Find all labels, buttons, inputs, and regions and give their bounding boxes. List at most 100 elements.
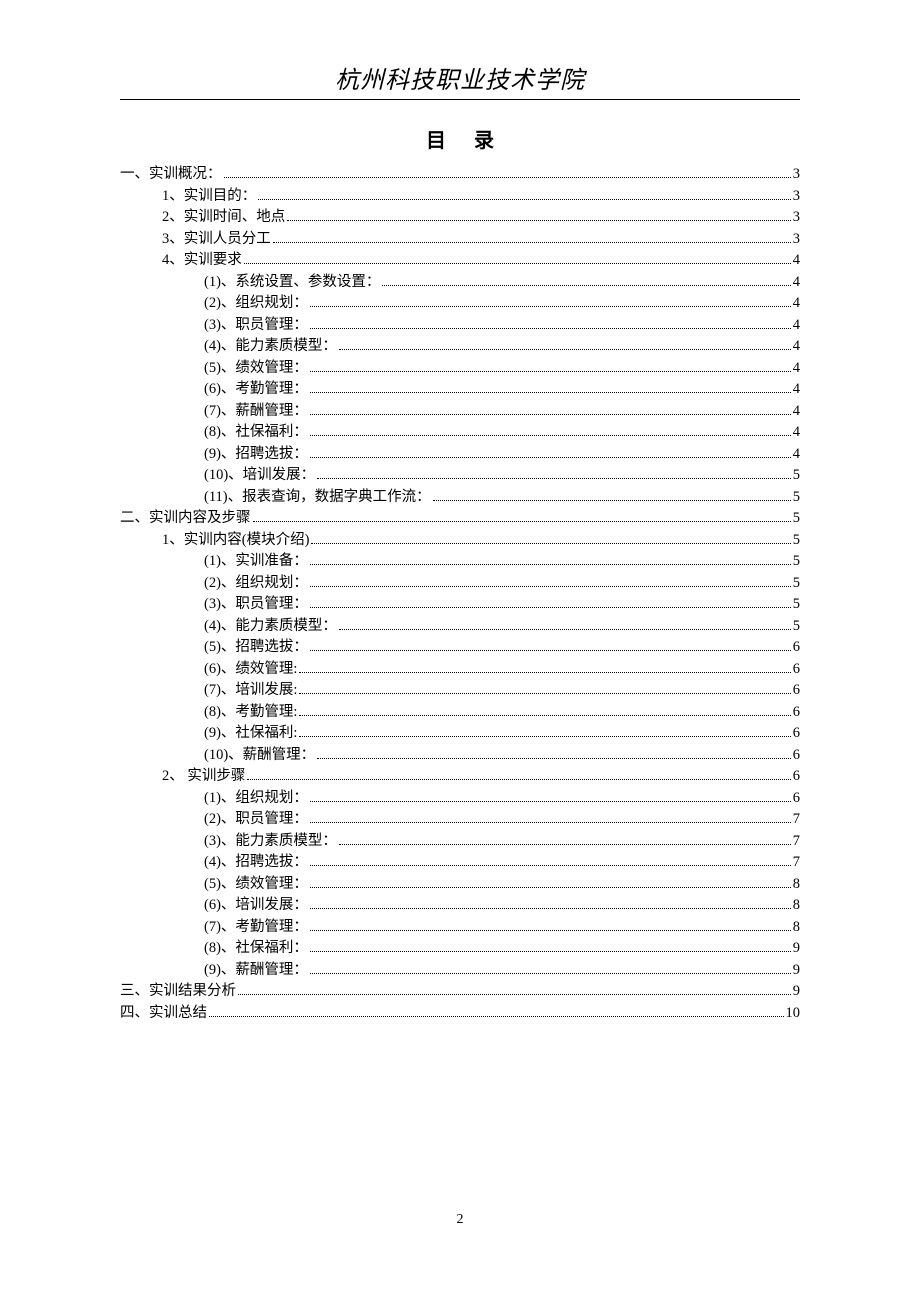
toc-entry[interactable]: (5)、绩效管理：4 — [120, 361, 800, 376]
toc-entry-label: (9)、薪酬管理： — [204, 963, 308, 978]
toc-leader — [238, 994, 791, 995]
toc-entry-page: 6 — [793, 769, 800, 784]
toc-entry[interactable]: 四、实训总结10 — [120, 1006, 800, 1021]
toc-leader — [273, 242, 791, 243]
toc-entry-label: 3、实训人员分工 — [162, 232, 271, 247]
toc-entry[interactable]: (7)、考勤管理：8 — [120, 920, 800, 935]
toc-entry-page: 7 — [793, 855, 800, 870]
toc-entry-page: 9 — [793, 984, 800, 999]
toc-entry-page: 5 — [793, 619, 800, 634]
toc-entry-page: 6 — [793, 683, 800, 698]
toc-leader — [310, 822, 791, 823]
toc-entry[interactable]: (6)、绩效管理:6 — [120, 662, 800, 677]
toc-entry-label: 1、实训内容(模块介绍) — [162, 533, 309, 548]
toc-entry[interactable]: 2、 实训步骤6 — [120, 769, 800, 784]
toc-entry[interactable]: (7)、培训发展: 6 — [120, 683, 800, 698]
toc-entry[interactable]: (2)、职员管理：7 — [120, 812, 800, 827]
toc-entry[interactable]: (5)、招聘选拔：6 — [120, 640, 800, 655]
toc-leader — [310, 607, 791, 608]
toc-entry-label: (8)、考勤管理: — [204, 705, 297, 720]
toc-entry-page: 5 — [793, 554, 800, 569]
toc-entry-label: (5)、招聘选拔： — [204, 640, 308, 655]
toc-entry[interactable]: (6)、培训发展：8 — [120, 898, 800, 913]
toc-entry[interactable]: 三、实训结果分析 9 — [120, 984, 800, 999]
toc-leader — [299, 672, 790, 673]
toc-leader — [310, 908, 791, 909]
toc-entry-label: (8)、社保福利： — [204, 425, 308, 440]
toc-entry[interactable]: (8)、社保福利：9 — [120, 941, 800, 956]
toc-entry[interactable]: 1、实训目的：3 — [120, 189, 800, 204]
toc-leader — [339, 844, 791, 845]
toc-entry[interactable]: 3、实训人员分工3 — [120, 232, 800, 247]
toc-entry[interactable]: (9)、薪酬管理：9 — [120, 963, 800, 978]
toc-leader — [258, 199, 791, 200]
toc-entry-page: 7 — [793, 834, 800, 849]
toc-entry[interactable]: (9)、招聘选拔：4 — [120, 447, 800, 462]
toc-entry[interactable]: (7)、薪酬管理：4 — [120, 404, 800, 419]
toc-entry-label: (11)、报表查询，数据字典工作流： — [204, 490, 431, 505]
toc-entry-label: (5)、绩效管理： — [204, 361, 308, 376]
toc-entry-page: 3 — [793, 210, 800, 225]
toc-entry[interactable]: (8)、社保福利：4 — [120, 425, 800, 440]
toc-entry-label: 二、实训内容及步骤 — [120, 511, 251, 526]
toc-leader — [310, 887, 791, 888]
toc-entry-page: 9 — [793, 941, 800, 956]
toc-entry-page: 4 — [793, 339, 800, 354]
toc-entry[interactable]: (1)、系统设置、参数设置：4 — [120, 275, 800, 290]
toc-entry-label: (10)、薪酬管理： — [204, 748, 315, 763]
toc-entry[interactable]: 4、实训要求4 — [120, 253, 800, 268]
toc-entry[interactable]: (3)、职员管理：5 — [120, 597, 800, 612]
toc-entry[interactable]: (4)、招聘选拔：7 — [120, 855, 800, 870]
toc-entry[interactable]: (4)、能力素质模型： 5 — [120, 619, 800, 634]
toc-entry-label: (10)、培训发展： — [204, 468, 315, 483]
toc-entry-label: 三、实训结果分析 — [120, 984, 236, 999]
toc-leader — [310, 392, 791, 393]
toc-entry-page: 4 — [793, 382, 800, 397]
toc-entry[interactable]: (2)、组织规划：4 — [120, 296, 800, 311]
toc-leader — [299, 736, 790, 737]
toc-leader — [310, 865, 791, 866]
toc-entry[interactable]: (6)、考勤管理：4 — [120, 382, 800, 397]
toc-entry[interactable]: 1、实训内容(模块介绍)5 — [120, 533, 800, 548]
toc-entry[interactable]: (5)、绩效管理：8 — [120, 877, 800, 892]
toc-entry[interactable]: (10)、薪酬管理： 6 — [120, 748, 800, 763]
toc-entry[interactable]: (3)、职员管理：4 — [120, 318, 800, 333]
toc-entry[interactable]: (4)、能力素质模型：4 — [120, 339, 800, 354]
toc-entry[interactable]: 一、实训概况：3 — [120, 167, 800, 182]
toc-entry-page: 5 — [793, 511, 800, 526]
toc-entry[interactable]: (9)、社保福利:6 — [120, 726, 800, 741]
toc-entry-label: (7)、培训发展: — [204, 683, 297, 698]
toc-leader — [339, 349, 791, 350]
toc-entry[interactable]: (3)、能力素质模型：7 — [120, 834, 800, 849]
toc-entry-page: 6 — [793, 705, 800, 720]
toc-entry-label: (1)、系统设置、参数设置： — [204, 275, 380, 290]
toc-entry[interactable]: (8)、考勤管理: 6 — [120, 705, 800, 720]
toc-leader — [299, 693, 790, 694]
toc-entry-page: 5 — [793, 597, 800, 612]
toc-entry[interactable]: (10)、培训发展：5 — [120, 468, 800, 483]
toc-entry[interactable]: (2)、组织规划：5 — [120, 576, 800, 591]
toc-entry-page: 4 — [793, 296, 800, 311]
toc-leader — [310, 586, 791, 587]
toc-entry-label: (1)、组织规划： — [204, 791, 308, 806]
toc-leader — [310, 801, 791, 802]
toc-entry[interactable]: 二、实训内容及步骤 5 — [120, 511, 800, 526]
toc-leader — [310, 973, 791, 974]
toc-entry-label: (6)、绩效管理: — [204, 662, 297, 677]
toc-entry[interactable]: 2、实训时间、地点 3 — [120, 210, 800, 225]
toc-entry[interactable]: (11)、报表查询，数据字典工作流： 5 — [120, 490, 800, 505]
toc-entry-page: 4 — [793, 447, 800, 462]
page-number: 2 — [0, 1212, 920, 1228]
toc-entry-page: 5 — [793, 490, 800, 505]
toc-entry[interactable]: (1)、组织规划：6 — [120, 791, 800, 806]
toc-entry-label: 2、实训时间、地点 — [162, 210, 285, 225]
toc-entry[interactable]: (1)、实训准备：5 — [120, 554, 800, 569]
toc-entry-label: (4)、能力素质模型： — [204, 619, 337, 634]
toc-entry-page: 3 — [793, 167, 800, 182]
toc-entry-page: 10 — [786, 1006, 801, 1021]
toc-entry-label: 1、实训目的： — [162, 189, 256, 204]
toc-entry-page: 6 — [793, 748, 800, 763]
toc-entry-page: 4 — [793, 253, 800, 268]
toc-leader — [310, 306, 791, 307]
toc-leader — [253, 521, 791, 522]
